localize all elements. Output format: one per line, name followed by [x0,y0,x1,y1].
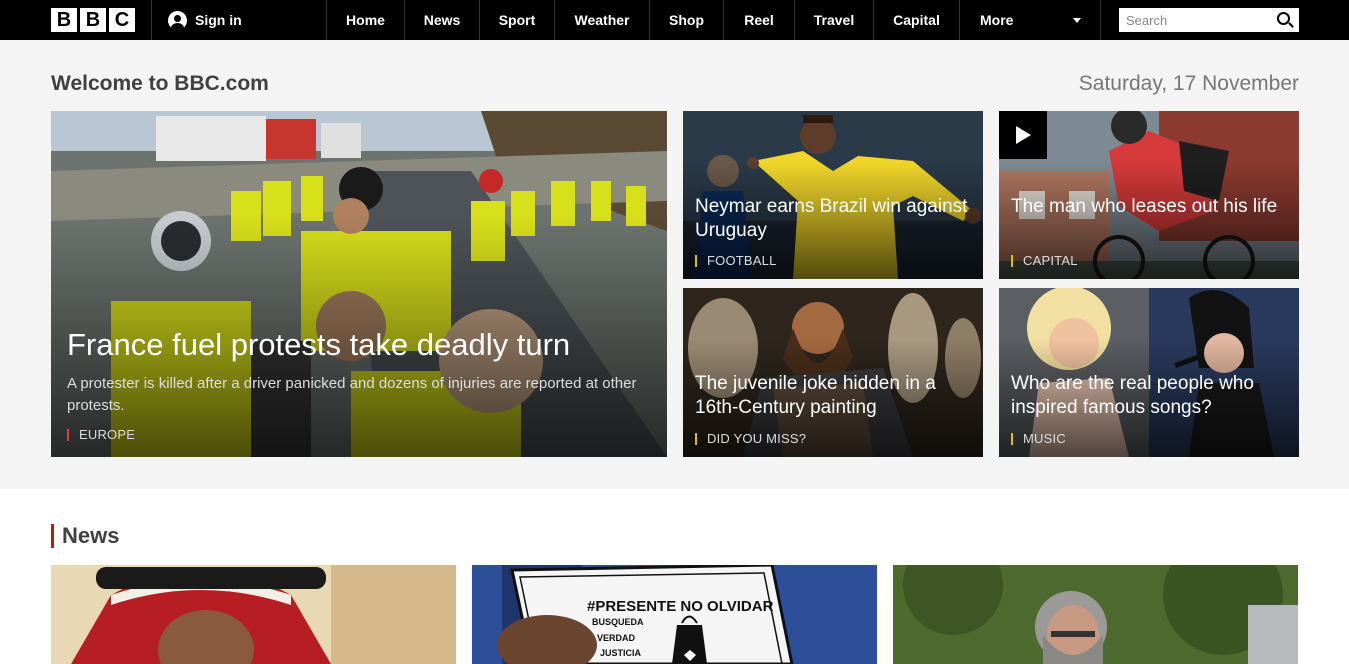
page-title: Welcome to BBC.com [51,72,269,95]
news-photo [893,565,1298,664]
news-section-title[interactable]: News [51,524,119,548]
sign-in-label: Sign in [195,12,242,28]
story-card[interactable]: The man who leases out his life CAPITAL [999,111,1299,279]
nav-news[interactable]: News [405,0,479,40]
story-tag: FOOTBALL [695,254,777,267]
story-card[interactable]: The juvenile joke hidden in a 16th-Centu… [683,288,983,457]
story-card[interactable]: Neymar earns Brazil win against Uruguay … [683,111,983,279]
story-card[interactable]: Who are the real people who inspired fam… [999,288,1299,457]
search-input[interactable] [1119,8,1269,32]
divider [1100,0,1101,40]
sign-text-line: JUSTICIA [600,648,642,658]
search-icon[interactable] [1277,12,1290,25]
nav-weather[interactable]: Weather [555,0,649,40]
logo-letter-b2: B [80,8,106,32]
news-card-image[interactable] [51,565,456,664]
nav-capital[interactable]: Capital [874,0,959,40]
nav-sport[interactable]: Sport [480,0,554,40]
sign-in-link[interactable]: Sign in [168,0,242,40]
nav-travel[interactable]: Travel [795,0,873,40]
date-label: Saturday, 17 November [1078,72,1299,95]
story-tag: MUSIC [1011,432,1066,445]
story-tag: DID YOU MISS? [695,432,806,445]
story-headline: Who are the real people who inspired fam… [1011,373,1254,418]
more-label: More [980,12,1014,28]
top-navigation-bar: B B C Sign in Home News Sport Weather Sh… [0,0,1349,40]
nav-home[interactable]: Home [327,0,404,40]
story-headline: Neymar earns Brazil win against Uruguay [695,196,968,241]
sign-text-line: VERDAD [597,633,636,643]
nav-reel[interactable]: Reel [724,0,794,40]
news-card-image[interactable] [893,565,1298,664]
news-photo: #PRESENTE NO OLVIDAR BUSQUEDA VERDAD JUS… [472,565,877,664]
user-icon [168,10,187,30]
main-story-headline: France fuel protests take deadly turn [67,327,571,362]
search-box [1119,8,1299,32]
main-story-card[interactable]: France fuel protests take deadly turn A … [51,111,667,457]
story-headline: The juvenile joke hidden in a 16th-Centu… [695,373,936,418]
main-story-summary: A protester is killed after a driver pan… [67,375,637,414]
main-story-tag: EUROPE [67,428,135,441]
news-card-image[interactable]: #PRESENTE NO OLVIDAR BUSQUEDA VERDAD JUS… [472,565,877,664]
logo-letter-b1: B [51,8,77,32]
bbc-logo[interactable]: B B C [51,8,135,32]
sign-text-line: BUSQUEDA [592,617,644,627]
news-photo [51,565,456,664]
nav-shop[interactable]: Shop [650,0,723,40]
sign-text-title: #PRESENTE NO OLVIDAR [587,598,774,615]
story-tag: CAPITAL [1011,254,1078,267]
play-icon[interactable] [999,111,1047,159]
logo-letter-c: C [109,8,135,32]
chevron-down-icon [1073,18,1081,23]
story-headline: The man who leases out his life [1011,196,1278,217]
divider [151,0,152,40]
